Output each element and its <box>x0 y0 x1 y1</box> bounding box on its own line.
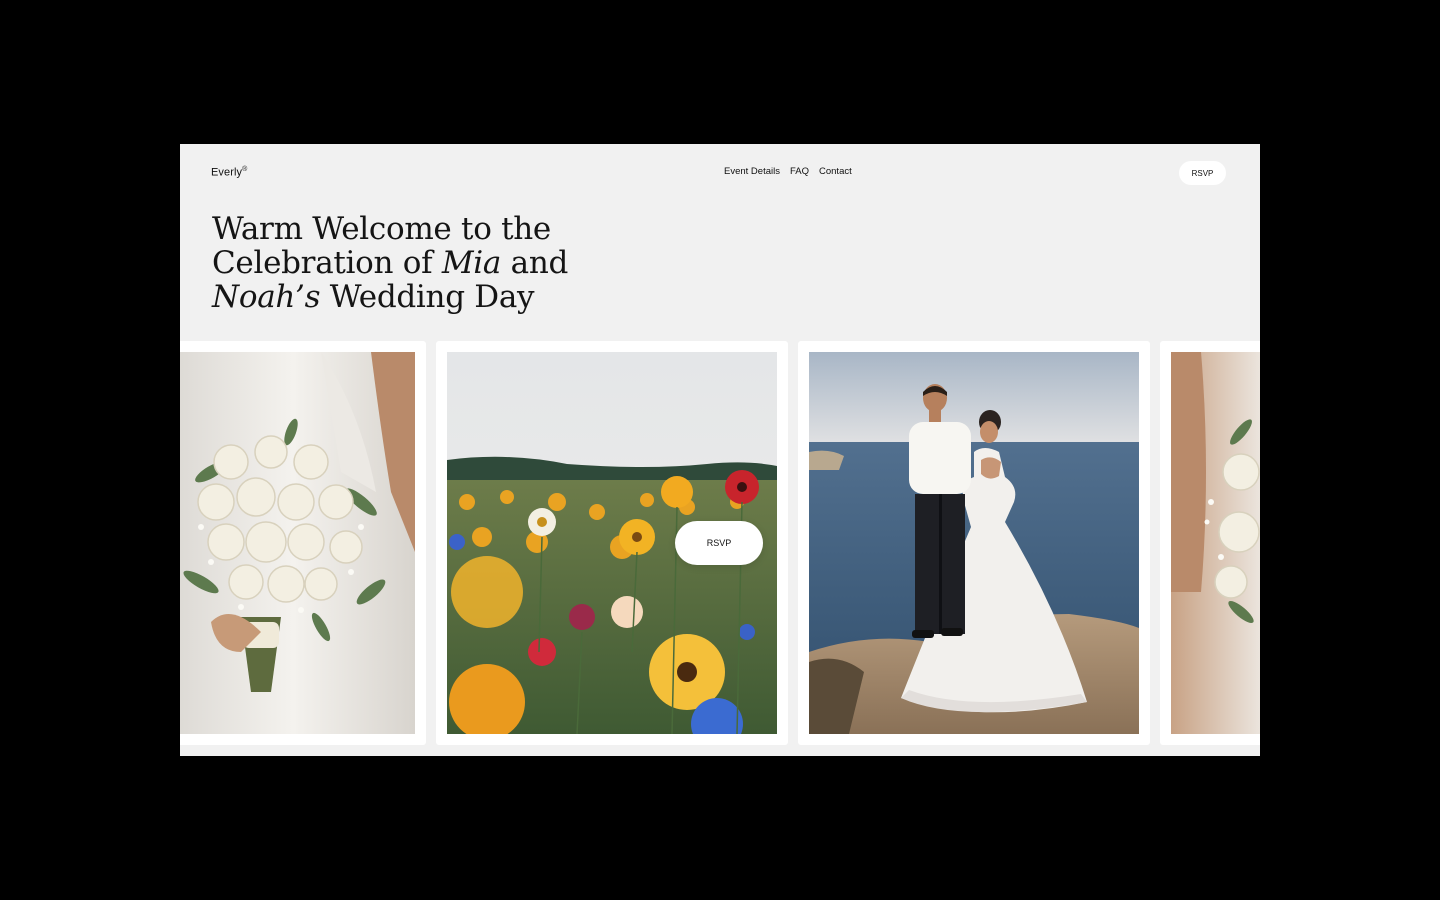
gallery-card-bouquet[interactable] <box>180 341 426 745</box>
hero-line-1: Warm Welcome to the <box>212 211 551 247</box>
hero-line-2-pre: Celebration of <box>212 245 442 281</box>
bouquet-photo <box>180 352 415 734</box>
couple-photo <box>809 352 1139 734</box>
groom-name: Noah’s <box>212 279 321 315</box>
gallery-card-bouquet-2[interactable] <box>1160 341 1260 745</box>
nav-item-faq[interactable]: FAQ <box>790 166 809 177</box>
gallery-card-couple[interactable] <box>798 341 1150 745</box>
nav-item-contact[interactable]: Contact <box>819 166 852 177</box>
brand-name: Everly <box>211 166 243 179</box>
hero-line-3-post: Wedding Day <box>320 279 535 315</box>
brand-logo[interactable]: Everly® <box>211 166 247 179</box>
main-nav: Event Details FAQ Contact <box>724 166 852 177</box>
registered-mark: ® <box>242 166 248 173</box>
rsvp-button[interactable]: RSVP <box>1179 161 1226 185</box>
floating-rsvp-button[interactable]: RSVP <box>675 521 763 565</box>
bouquet-photo-2 <box>1171 352 1260 734</box>
hero-line-2-post: and <box>501 245 569 281</box>
wedding-site: Everly® Event Details FAQ Contact RSVP W… <box>180 144 1260 756</box>
bride-name: Mia <box>441 245 502 281</box>
hero-headline: Warm Welcome to the Celebration of Mia a… <box>212 212 632 314</box>
nav-item-event-details[interactable]: Event Details <box>724 166 780 177</box>
